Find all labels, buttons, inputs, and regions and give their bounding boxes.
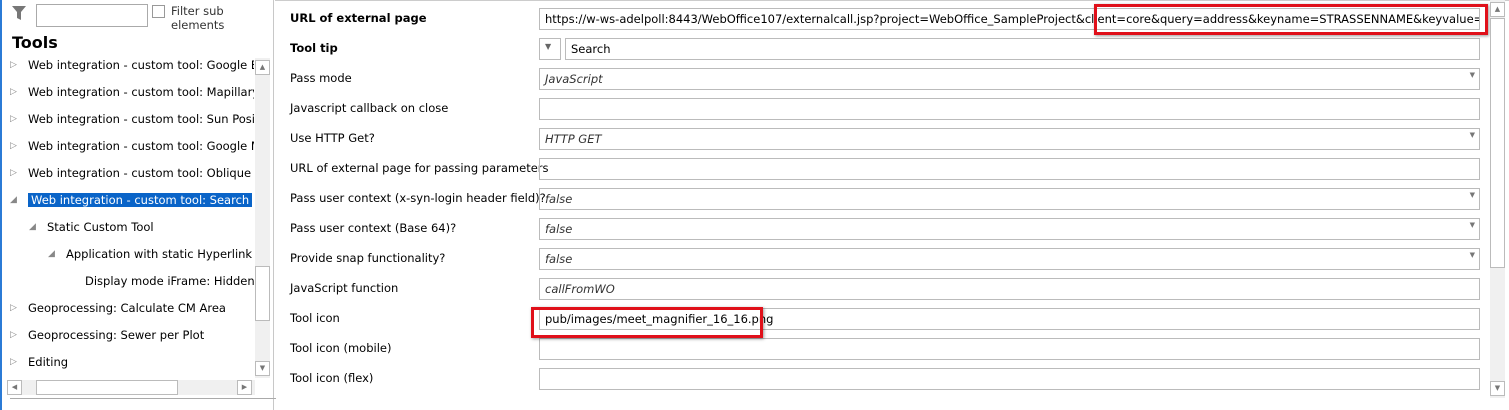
tree-item[interactable]: ▷ Web integration - custom tool: Google M… xyxy=(10,137,254,155)
tree-item-label: Geoprocessing: Sewer per Plot xyxy=(28,328,205,342)
tree-item[interactable]: Display mode iFrame: Hidden xyxy=(85,272,254,290)
property-label: Pass user context (Base 64)? xyxy=(290,221,457,235)
filter-input[interactable] xyxy=(36,4,148,27)
collapsed-arrow-icon[interactable]: ▷ xyxy=(10,83,17,101)
tools-tree: ▷ Web integration - custom tool: Google E… xyxy=(2,56,254,378)
property-select[interactable]: false ▼ xyxy=(539,188,1480,210)
tree-item-label: Web integration - custom tool: Mapillary xyxy=(28,85,254,99)
collapsed-arrow-icon[interactable]: ▷ xyxy=(10,56,17,74)
property-value: false xyxy=(545,252,573,266)
tree-item-label: Editing xyxy=(28,355,69,369)
divider xyxy=(275,0,1509,1)
tree-item[interactable]: ▷ Web integration - custom tool: Google E… xyxy=(10,56,254,74)
collapsed-arrow-icon[interactable]: ▷ xyxy=(10,353,17,371)
property-label: Provide snap functionality? xyxy=(290,251,446,265)
scroll-thumb[interactable] xyxy=(1490,18,1505,268)
property-label: Tool icon xyxy=(290,311,340,325)
expanded-arrow-icon[interactable]: ◢ xyxy=(29,218,36,236)
property-value: Search xyxy=(571,42,611,56)
property-input[interactable] xyxy=(539,158,1480,180)
property-label: Tool icon (flex) xyxy=(290,371,374,385)
tree-item-label: Geoprocessing: Calculate CM Area xyxy=(28,301,226,315)
tree-vertical-scrollbar[interactable]: ▲ ▼ xyxy=(255,58,270,378)
property-label: Pass user context (x-syn-login header fi… xyxy=(290,191,546,205)
chevron-down-icon[interactable]: ▼ xyxy=(1470,251,1475,259)
scroll-thumb[interactable] xyxy=(36,380,178,395)
scroll-down-button[interactable]: ▼ xyxy=(1490,381,1505,396)
highlight-box xyxy=(1094,4,1488,35)
property-label: Pass mode xyxy=(290,71,352,85)
tree-item-label: Web integration - custom tool: Sun Posit… xyxy=(28,112,254,126)
tree-horizontal-scrollbar[interactable]: ◀ ▶ xyxy=(7,380,255,395)
property-select[interactable]: HTTP GET ▼ xyxy=(539,128,1480,150)
expanded-arrow-icon[interactable]: ◢ xyxy=(48,245,55,263)
property-input[interactable] xyxy=(539,368,1480,390)
tree-item[interactable]: ◢ Static Custom Tool xyxy=(29,218,154,236)
highlight-box xyxy=(531,307,763,338)
tree-item-label: Web integration - custom tool: Search xyxy=(28,193,253,207)
tree-item[interactable]: ◢ Web integration - custom tool: Search xyxy=(10,191,253,209)
tooltip-dropdown-button[interactable]: ▼ xyxy=(539,38,561,60)
property-select[interactable]: false ▼ xyxy=(539,248,1480,270)
property-value: JavaScript xyxy=(545,72,603,86)
property-value: HTTP GET xyxy=(545,132,602,146)
collapsed-arrow-icon[interactable]: ▷ xyxy=(10,299,17,317)
property-value: false xyxy=(545,192,573,206)
filter-sub-elements-checkbox[interactable] xyxy=(152,5,165,18)
collapsed-arrow-icon[interactable]: ▷ xyxy=(10,164,17,182)
tree-item[interactable]: ◢ Application with static Hyperlink xyxy=(48,245,253,263)
tree-item[interactable]: ▷ Web integration - custom tool: Sun Posi… xyxy=(10,110,254,128)
property-select[interactable]: JavaScript ▼ xyxy=(539,68,1480,90)
expanded-arrow-icon[interactable]: ◢ xyxy=(10,191,17,209)
tree-item[interactable]: ▷ Web integration - custom tool: Oblique … xyxy=(10,164,254,182)
tree-item[interactable]: ▷ Geoprocessing: Sewer per Plot xyxy=(10,326,205,344)
scroll-left-button[interactable]: ◀ xyxy=(7,380,22,395)
property-input[interactable]: Search xyxy=(565,38,1480,60)
property-label: Javascript callback on close xyxy=(290,101,449,115)
property-select[interactable]: false ▼ xyxy=(539,218,1480,240)
divider xyxy=(10,398,276,399)
property-input[interactable] xyxy=(539,98,1480,120)
collapsed-arrow-icon[interactable]: ▷ xyxy=(10,137,17,155)
property-label: Tool tip xyxy=(290,41,338,55)
property-input[interactable]: callFromWO xyxy=(539,278,1480,300)
filter-sub-elements-label: Filter sub elements xyxy=(171,4,225,32)
property-value: false xyxy=(545,222,573,236)
tree-item-label: Application with static Hyperlink xyxy=(66,247,253,261)
tree-item-label: Static Custom Tool xyxy=(47,220,154,234)
scroll-right-button[interactable]: ▶ xyxy=(237,380,252,395)
tools-title: Tools xyxy=(12,33,58,52)
property-label: Use HTTP Get? xyxy=(290,131,375,145)
tree-item[interactable]: ▷ Editing xyxy=(10,353,69,371)
chevron-down-icon[interactable]: ▼ xyxy=(1470,131,1475,139)
property-input[interactable] xyxy=(539,338,1480,360)
properties-scrollbar[interactable]: ▲ ▼ xyxy=(1490,0,1505,398)
scroll-down-button[interactable]: ▼ xyxy=(255,361,270,376)
scroll-thumb[interactable] xyxy=(255,266,270,321)
chevron-down-icon[interactable]: ▼ xyxy=(1470,71,1475,79)
property-label: JavaScript function xyxy=(290,281,399,295)
scroll-up-button[interactable]: ▲ xyxy=(1490,2,1505,17)
tools-panel: Filter sub elements Tools ▷ Web integrati… xyxy=(0,0,276,410)
tree-item-label: Web integration - custom tool: Google Ea… xyxy=(28,58,254,72)
filter-icon[interactable] xyxy=(11,5,27,21)
tree-item[interactable]: ▷ Geoprocessing: Calculate CM Area xyxy=(10,299,226,317)
property-value: callFromWO xyxy=(545,282,615,296)
chevron-down-icon[interactable]: ▼ xyxy=(1470,221,1475,229)
tree-item-label: Web integration - custom tool: Oblique A… xyxy=(28,166,254,180)
property-label: Tool icon (mobile) xyxy=(290,341,392,355)
property-label: URL of external page for passing paramet… xyxy=(290,161,549,175)
collapsed-arrow-icon[interactable]: ▷ xyxy=(10,326,17,344)
chevron-down-icon[interactable]: ▼ xyxy=(1470,191,1475,199)
tree-item[interactable]: ▷ Web integration - custom tool: Mapillar… xyxy=(10,83,254,101)
tree-item-label: Display mode iFrame: Hidden xyxy=(85,274,254,288)
scroll-up-button[interactable]: ▲ xyxy=(255,60,270,75)
collapsed-arrow-icon[interactable]: ▷ xyxy=(10,110,17,128)
tree-item-label: Web integration - custom tool: Google Ma… xyxy=(28,139,254,153)
property-label: URL of external page xyxy=(290,11,427,25)
